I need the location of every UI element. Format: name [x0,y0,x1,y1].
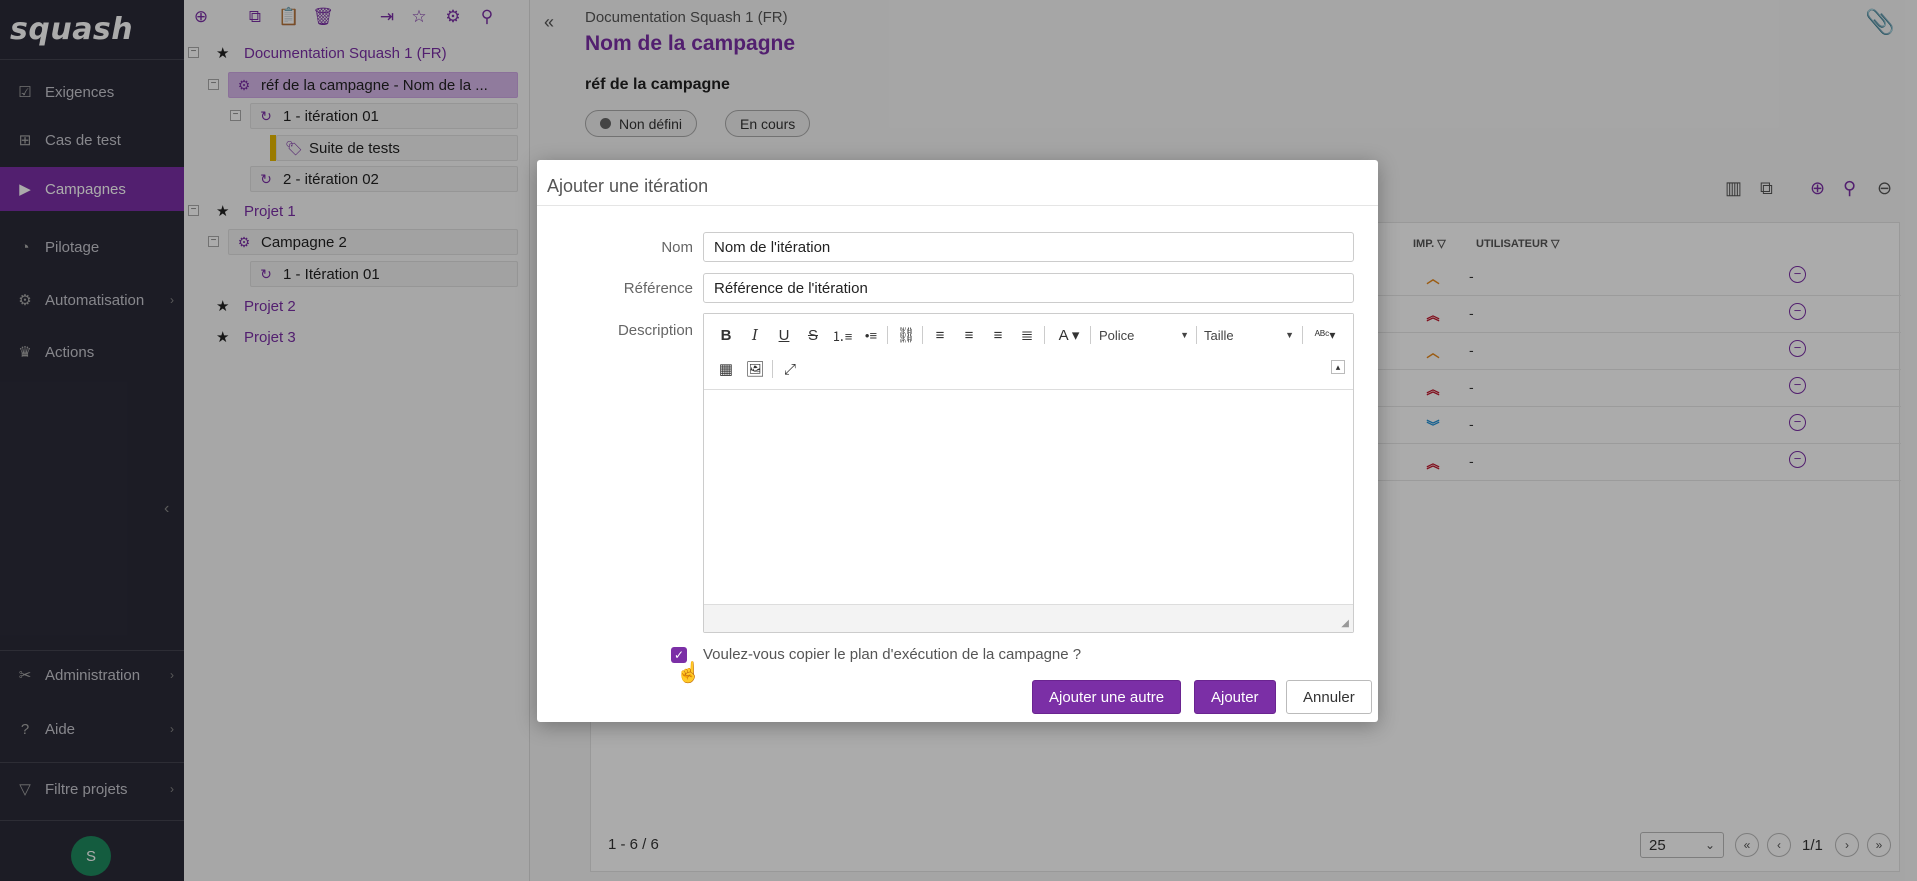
resize-handle-icon[interactable]: ◢ [1341,618,1349,629]
strikethrough-icon[interactable]: S [801,324,825,346]
add-another-button[interactable]: Ajouter une autre [1032,680,1182,714]
caret-down-icon: ▼ [1285,330,1294,340]
add-iteration-dialog: Ajouter une itération Nom Référence Desc… [537,160,1378,722]
toolbar-divider [1196,326,1197,344]
align-justify-icon[interactable]: ≣ [1015,324,1039,346]
description-label: Description [617,322,693,339]
link-icon[interactable]: ⛓ [894,324,918,346]
align-left-icon[interactable]: ≡ [928,324,952,346]
font-family-dropdown[interactable]: Police ▼ [1099,324,1189,346]
description-editor: B I U S ⒈≡ •≡ ⛓ ≡ ≡ ≡ ≣ A ▾ Police ▼ Tai… [703,313,1354,633]
reference-label: Référence [623,280,693,297]
align-right-icon[interactable]: ≡ [986,324,1010,346]
add-button[interactable]: Ajouter [1194,680,1276,714]
size-dropdown-label: Taille [1204,327,1234,343]
name-input[interactable] [703,232,1354,262]
text-color-icon[interactable]: A ▾ [1052,324,1086,346]
editor-toolbar: B I U S ⒈≡ •≡ ⛓ ≡ ≡ ≡ ≣ A ▾ Police ▼ Tai… [704,314,1353,390]
toolbar-divider [1044,326,1045,344]
toolbar-divider [887,326,888,344]
numbered-list-icon[interactable]: ⒈≡ [830,324,854,346]
maximize-icon[interactable]: ⤢ [778,358,802,380]
caret-down-icon: ▼ [1180,330,1189,340]
toolbar-divider [1090,326,1091,344]
italic-icon[interactable]: I [743,324,767,346]
copy-plan-label[interactable]: Voulez-vous copier le plan d'exécution d… [703,646,1081,663]
toolbar-divider [772,360,773,378]
table-icon[interactable]: ▦ [714,358,738,380]
align-center-icon[interactable]: ≡ [957,324,981,346]
name-label: Nom [661,239,693,256]
spellcheck-icon[interactable]: ᴬᴮᶜ▾ [1308,324,1342,346]
collapse-toolbar-icon[interactable]: ▴ [1331,360,1345,374]
font-size-dropdown[interactable]: Taille ▼ [1204,324,1294,346]
image-icon[interactable]: 🖼 [743,358,767,380]
font-dropdown-label: Police [1099,327,1135,343]
dialog-title: Ajouter une itération [537,160,1378,206]
toolbar-divider [922,326,923,344]
reference-input[interactable] [703,273,1354,303]
underline-icon[interactable]: U [772,324,796,346]
hand-cursor-icon: ☝ [676,662,701,684]
cancel-button[interactable]: Annuler [1286,680,1372,714]
bold-icon[interactable]: B [714,324,738,346]
editor-status-bar: ◢ [704,604,1353,632]
bullet-list-icon[interactable]: •≡ [859,324,883,346]
editor-content-area[interactable] [704,390,1353,604]
toolbar-divider [1302,326,1303,344]
